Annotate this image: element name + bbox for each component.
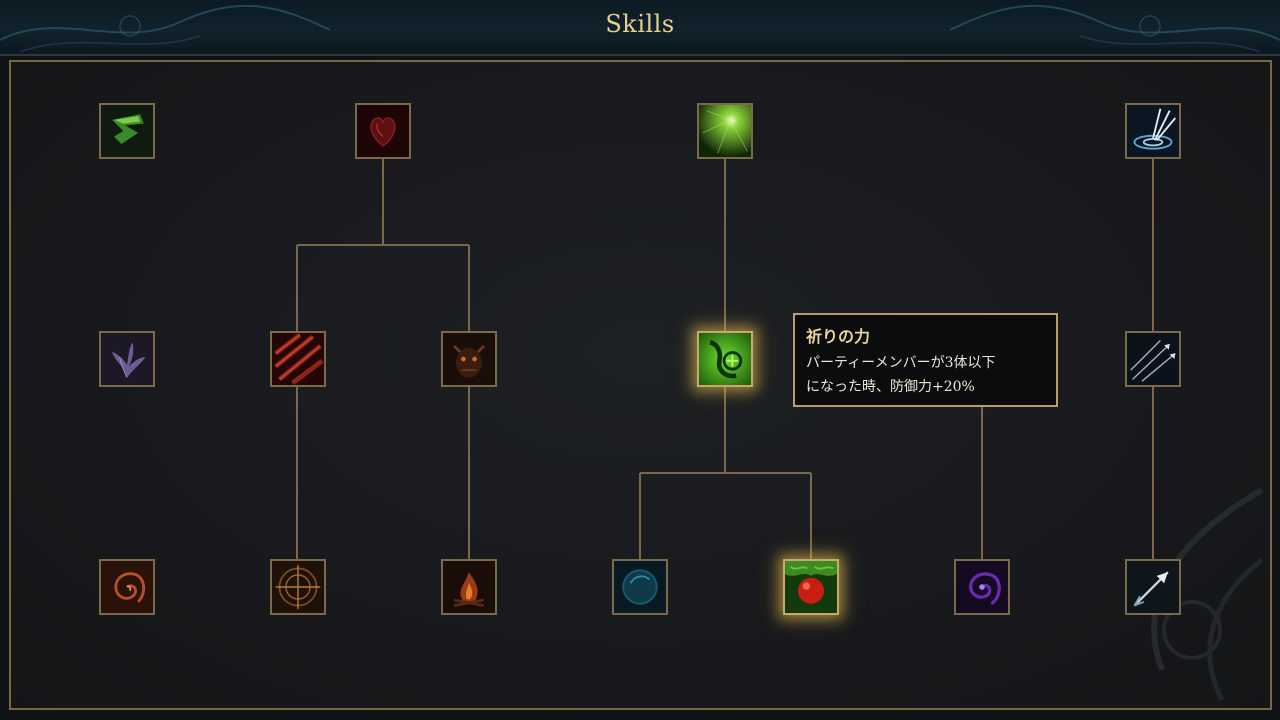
skill-slot-r3-c5[interactable] xyxy=(783,559,839,615)
green-swirl-icon xyxy=(101,105,153,157)
green-sunburst-icon xyxy=(699,105,751,157)
skill-slot-r2-c7[interactable] xyxy=(1125,331,1181,387)
skill-slot-r1-c3[interactable] xyxy=(355,103,411,159)
tooltip-description-line2: になった時、防御力+20% xyxy=(806,379,975,395)
red-apple-icon xyxy=(785,561,837,613)
header-bar: Skills xyxy=(0,0,1280,56)
page-title: Skills xyxy=(605,10,675,38)
skill-slot-r3-c4[interactable] xyxy=(612,559,668,615)
rune-circle-icon xyxy=(272,561,324,613)
tooltip-skill-name: 祈りの力 xyxy=(806,327,871,346)
tooltip-description-line1: パーティーメンバーが3体以下 xyxy=(806,355,996,371)
prayer-hand-icon xyxy=(699,333,751,385)
campfire-icon xyxy=(443,561,495,613)
fire-swirl-icon xyxy=(101,561,153,613)
red-claw-slash-icon xyxy=(272,333,324,385)
arrow-volley-icon xyxy=(1127,333,1179,385)
purple-lily-icon xyxy=(101,333,153,385)
skill-slot-r3-c6[interactable] xyxy=(954,559,1010,615)
purple-vortex-icon xyxy=(956,561,1008,613)
red-heart-icon xyxy=(357,105,409,157)
skill-slot-r3-c7[interactable] xyxy=(1125,559,1181,615)
target-burst-icon xyxy=(1127,105,1179,157)
skill-slot-r2-c3[interactable] xyxy=(441,331,497,387)
skill-slot-r3-c3[interactable] xyxy=(441,559,497,615)
skill-slot-r2-c2[interactable] xyxy=(270,331,326,387)
skill-slot-r3-c1[interactable] xyxy=(99,559,155,615)
demon-face-icon xyxy=(443,333,495,385)
skill-tooltip: 祈りの力 パーティーメンバーが3体以下 になった時、防御力+20% xyxy=(793,313,1058,407)
piercing-arrow-icon xyxy=(1127,561,1179,613)
skill-slot-r2-c5[interactable] xyxy=(697,331,753,387)
skill-slot-r1-c1[interactable] xyxy=(99,103,155,159)
water-orb-icon xyxy=(614,561,666,613)
skill-slot-r1-c5[interactable] xyxy=(697,103,753,159)
skill-slot-r1-c7[interactable] xyxy=(1125,103,1181,159)
skill-slot-r2-c1[interactable] xyxy=(99,331,155,387)
skill-slot-r3-c2[interactable] xyxy=(270,559,326,615)
